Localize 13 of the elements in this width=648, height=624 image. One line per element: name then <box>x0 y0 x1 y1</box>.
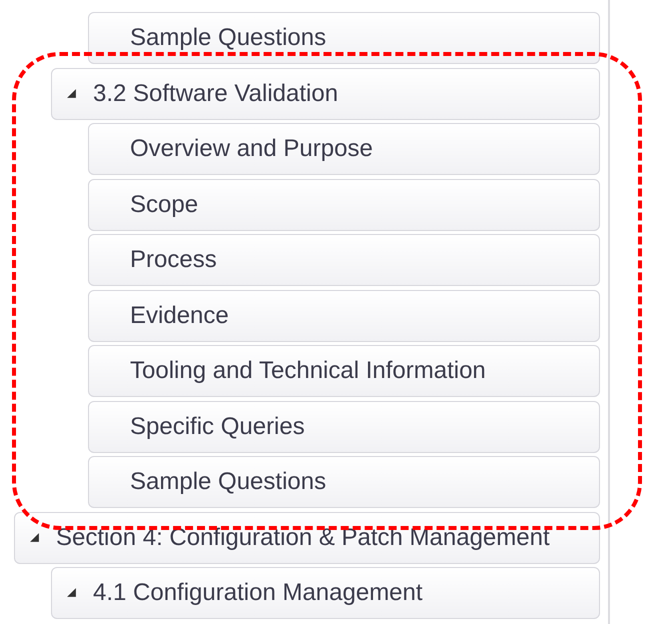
tree-item[interactable]: Scope <box>88 178 600 230</box>
tree-item[interactable]: Sample Questions <box>88 12 600 64</box>
expanded-triangle-icon[interactable] <box>66 88 77 98</box>
expanded-triangle-icon[interactable] <box>66 587 77 598</box>
expanded-triangle-icon[interactable] <box>29 532 40 542</box>
tree-item[interactable]: Sample Questions <box>88 456 600 508</box>
tree-item[interactable]: Process <box>88 234 600 286</box>
tree-item[interactable]: Specific Queries <box>88 400 600 452</box>
tree-item[interactable]: Overview and Purpose <box>88 123 600 175</box>
tree-item[interactable]: 3.2 Software Validation <box>51 68 600 120</box>
tree-item[interactable]: 4.1 Configuration Management <box>51 567 600 619</box>
tree-item[interactable]: Evidence <box>88 290 600 342</box>
tree-item[interactable]: Tooling and Technical Information <box>88 345 600 397</box>
